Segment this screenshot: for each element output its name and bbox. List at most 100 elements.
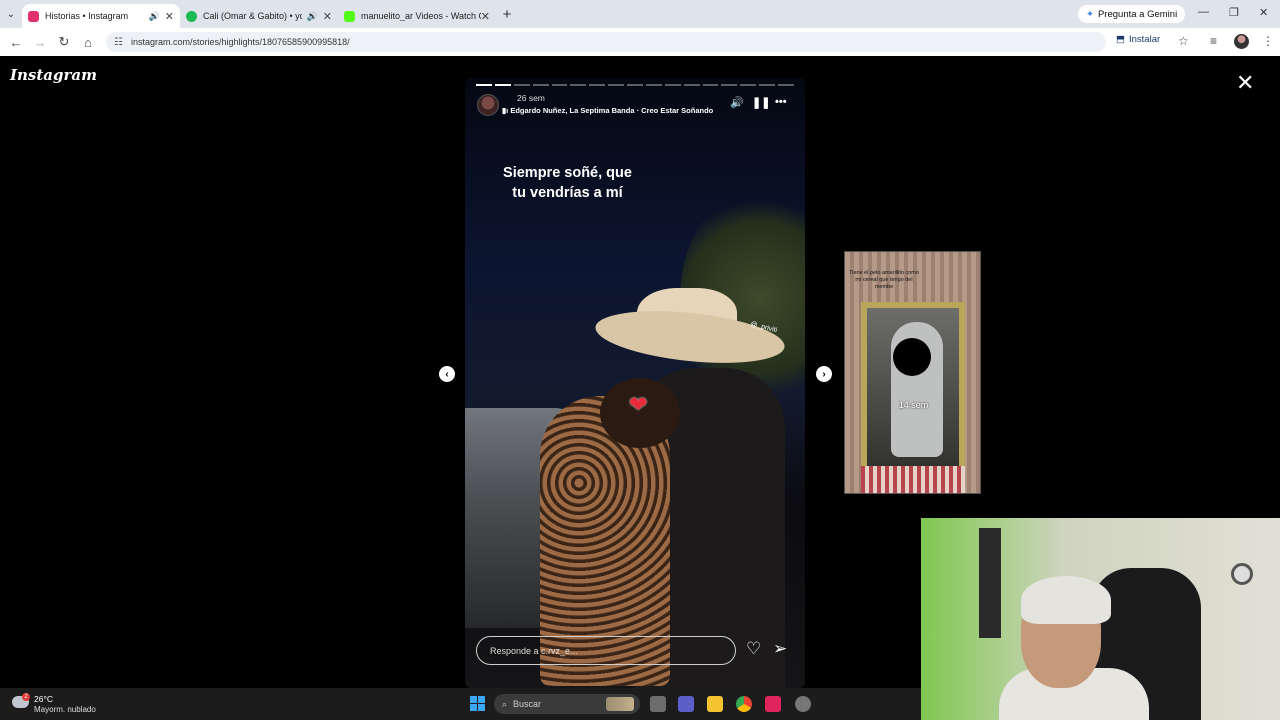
file-explorer-icon[interactable] [707, 696, 723, 712]
face-blur [893, 338, 931, 376]
story-time-ago: 26 sem [517, 93, 545, 103]
tab-search-icon[interactable]: ⌄ [0, 3, 22, 25]
music-bars-icon: ▮ı [502, 106, 509, 115]
reload-icon[interactable]: ↻ [52, 34, 76, 50]
install-label: Instalar [1128, 34, 1161, 45]
windows-start-icon[interactable] [470, 696, 485, 711]
send-paper-plane-icon[interactable]: ➢ [773, 639, 787, 659]
close-viewer-icon[interactable]: ✕ [1236, 70, 1254, 96]
temperature: 26°C [34, 694, 53, 704]
tab-title: manuelito_ar Videos - Watch C... [361, 11, 481, 21]
progress-segment [608, 84, 624, 86]
story-viewer[interactable]: ❤ @_priviti 26 sem ▮ı Edgardo Nuñez, La … [465, 78, 805, 688]
next-story-preview[interactable]: Tiene el pelo amarillito como mi cereal … [844, 251, 981, 494]
search-placeholder: Buscar [513, 699, 542, 709]
more-options-icon[interactable]: ••• [775, 96, 787, 108]
progress-segment [627, 84, 643, 86]
close-window-icon[interactable]: ✕ [1259, 6, 1268, 19]
reply-input[interactable]: Responde a c.rvz_e... [476, 636, 736, 665]
bookmark-star-icon[interactable]: ☆ [1178, 34, 1189, 48]
new-tab-button[interactable]: + [496, 6, 518, 23]
install-app-button[interactable]: ⬒ Instalar [1116, 34, 1160, 45]
pause-icon[interactable]: ❚❚ [752, 96, 770, 109]
kick-favicon-icon [344, 10, 355, 22]
profile-avatar[interactable] [1234, 34, 1249, 49]
weather-condition: Mayorm. nublado [34, 705, 96, 714]
progress-segment [476, 84, 492, 86]
search-icon: ⌕ [502, 698, 508, 709]
caption-line-2: tu vendrías a mí [512, 185, 623, 201]
story-music-label[interactable]: ▮ı Edgardo Nuñez, La Septima Banda · Cre… [502, 106, 713, 115]
chrome-icon[interactable] [736, 696, 752, 712]
background-door [979, 528, 1001, 638]
caption-line-1: Siempre soñé, que [503, 165, 632, 181]
install-icon: ⬒ [1116, 34, 1125, 45]
tab-spotify[interactable]: Cali (Omar & Gabito) • you... 🔊 ✕ [180, 4, 338, 28]
progress-segment [721, 84, 738, 86]
preview-time-ago: 14 sem [898, 400, 929, 410]
story-author-avatar[interactable] [477, 94, 499, 116]
tab-title: Cali (Omar & Gabito) • you... [203, 11, 302, 21]
next-story-button[interactable]: › [816, 366, 832, 382]
progress-segment [494, 84, 511, 86]
teams-icon[interactable] [678, 696, 694, 712]
progress-segment [683, 84, 700, 86]
reply-placeholder: Responde a c.rvz_e... [490, 645, 578, 656]
maximize-icon[interactable]: ❐ [1229, 6, 1239, 19]
wall-sign-icon [1231, 563, 1253, 585]
instagram-logo[interactable]: Instagram [10, 66, 97, 84]
gemini-label: Pregunta a Gemini [1097, 8, 1178, 20]
gemini-sparkle-icon: ✦ [1086, 8, 1094, 20]
progress-segment [570, 84, 587, 86]
search-highlight-image [606, 697, 634, 711]
progress-segment [759, 84, 775, 86]
progress-segment [532, 84, 549, 86]
story-progress-bar [476, 84, 794, 86]
webcam-overlay [921, 518, 1280, 720]
back-icon[interactable]: ← [4, 35, 28, 50]
tab-title: Historias • Instagram [45, 11, 129, 21]
close-tab-icon[interactable]: ✕ [481, 10, 490, 23]
previous-story-button[interactable]: ‹ [439, 366, 455, 382]
menu-kebab-icon[interactable]: ⋮ [1262, 34, 1274, 48]
progress-segment [551, 84, 568, 86]
progress-segment [589, 84, 606, 86]
gemini-button[interactable]: ✦ Pregunta a Gemini [1078, 5, 1186, 23]
home-icon[interactable]: ⌂ [76, 35, 100, 50]
media-control-icon[interactable]: ≡ [1210, 34, 1217, 48]
music-text: Edgardo Nuñez, La Septima Banda · Creo E… [510, 106, 714, 115]
browser-toolbar: ← → ↻ ⌂ ☷ instagram.com/stories/highligh… [0, 28, 1280, 56]
close-tab-icon[interactable]: ✕ [165, 10, 174, 23]
tab-instagram[interactable]: Historias • Instagram 🔊 ✕ [22, 4, 180, 28]
tab-kick[interactable]: manuelito_ar Videos - Watch C... ✕ [338, 4, 496, 28]
speaker-icon[interactable]: 🔊 [149, 11, 160, 22]
heart-sticker-icon: ❤ [629, 392, 648, 417]
speaker-icon[interactable]: 🔊 [307, 11, 318, 22]
address-bar[interactable]: ☷ instagram.com/stories/highlights/18076… [106, 32, 1106, 52]
preview-note-text: Tiene el pelo amarillito como mi cereal … [849, 270, 919, 290]
progress-segment [664, 84, 681, 86]
weather-badge: 2 [22, 693, 30, 701]
tiktok-icon[interactable] [765, 696, 781, 712]
task-view-icon[interactable] [650, 696, 666, 712]
forward-icon[interactable]: → [28, 35, 52, 50]
minimize-icon[interactable]: — [1198, 6, 1209, 18]
url-text: instagram.com/stories/highlights/1807658… [130, 37, 350, 47]
progress-segment [778, 84, 794, 86]
instagram-favicon-icon [28, 10, 39, 22]
progress-segment [645, 84, 662, 86]
streamer-cap [1021, 576, 1111, 624]
spotify-favicon-icon [186, 10, 197, 22]
site-info-icon[interactable]: ☷ [114, 37, 123, 48]
progress-segment [702, 84, 719, 86]
story-caption: Siempre soñé, que tu vendrías a mí [465, 163, 670, 203]
volume-icon[interactable]: 🔊 [730, 96, 744, 109]
settings-gear-icon[interactable] [795, 696, 811, 712]
progress-segment [740, 84, 757, 86]
taskbar-search[interactable]: ⌕ Buscar [494, 694, 640, 714]
progress-segment [513, 84, 530, 86]
heart-like-icon[interactable]: ♡ [746, 639, 761, 659]
rug [861, 466, 965, 493]
close-tab-icon[interactable]: ✕ [323, 10, 332, 23]
windows-taskbar: 2 26°C Mayorm. nublado ⌕ Buscar [0, 688, 921, 720]
